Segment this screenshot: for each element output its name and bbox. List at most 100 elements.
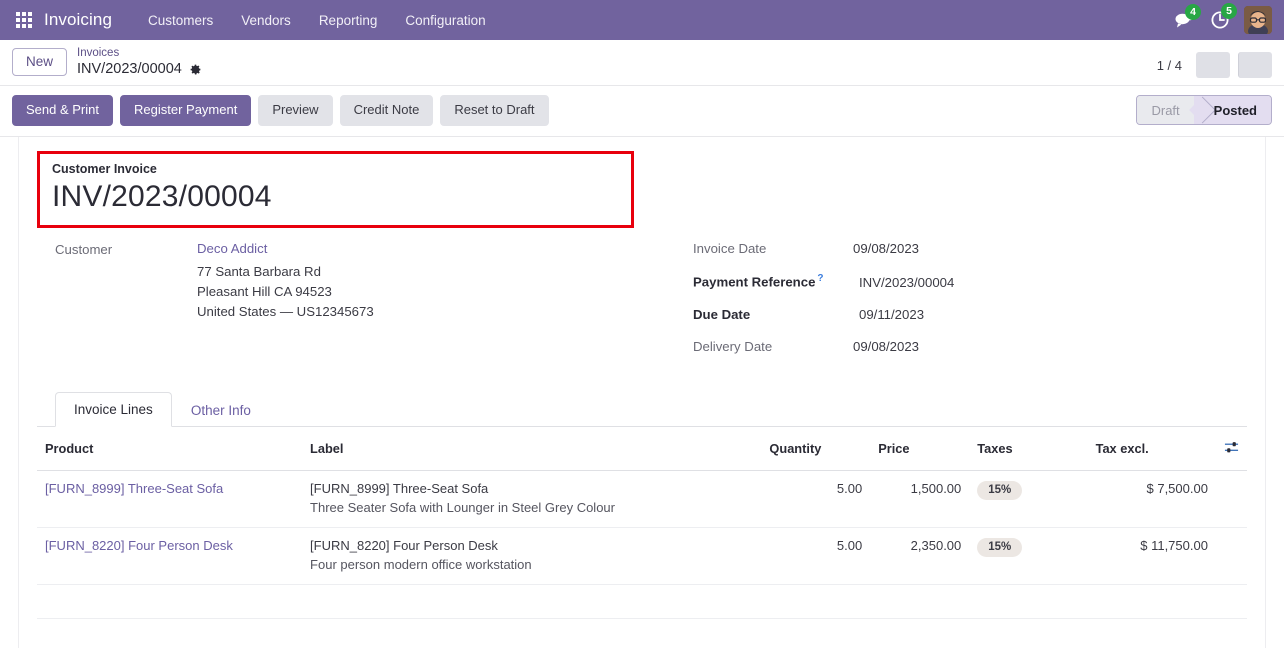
cell-optional-spacer <box>1215 527 1247 585</box>
cell-price[interactable]: 1,500.00 <box>870 470 970 528</box>
status-posted-label: Posted <box>1213 102 1257 118</box>
preview-button[interactable]: Preview <box>258 95 333 126</box>
tab-other-info[interactable]: Other Info <box>172 393 270 427</box>
table-empty-row[interactable] <box>37 584 1247 619</box>
activity-clock-icon[interactable]: 5 <box>1210 3 1237 30</box>
customer-address-block: 77 Santa Barbara Rd Pleasant Hill CA 945… <box>55 262 675 321</box>
address-spacer <box>55 262 197 263</box>
delivery-date-value[interactable]: 09/08/2023 <box>853 339 919 354</box>
navbar-right-tools: 4 5 <box>1174 3 1272 34</box>
record-name: INV/2023/00004 <box>77 61 182 78</box>
main-menu: Customers Vendors Reporting Configuratio… <box>134 7 500 34</box>
menu-item-customers[interactable]: Customers <box>134 7 227 34</box>
breadcrumb-stack: Invoices INV/2023/00004 <box>77 46 202 78</box>
column-header-taxes[interactable]: Taxes <box>969 426 1088 471</box>
empty-row-cell[interactable] <box>37 584 1247 619</box>
invoice-date-label: Invoice Date <box>693 241 767 257</box>
cell-optional-spacer <box>1215 470 1247 528</box>
cell-quantity[interactable]: 5.00 <box>761 470 871 528</box>
form-left-column: Customer Deco Addict 77 Santa Barbara Rd… <box>55 241 675 370</box>
pager-previous-button[interactable] <box>1196 52 1230 78</box>
menu-item-configuration[interactable]: Configuration <box>391 7 499 34</box>
top-navbar: Invoicing Customers Vendors Reporting Co… <box>0 0 1284 40</box>
address-line-2: Pleasant Hill CA 94523 <box>197 284 332 300</box>
messages-count-badge: 4 <box>1185 4 1201 20</box>
invoice-number-title[interactable]: INV/2023/00004 <box>52 178 619 216</box>
line-description: Three Seater Sofa with Lounger in Steel … <box>310 499 615 515</box>
table-row[interactable]: [FURN_8999] Three-Seat Sofa [FURN_8999] … <box>37 470 1247 528</box>
delivery-date-field: Delivery Date 09/08/2023 <box>693 339 1247 354</box>
column-header-price[interactable]: Price <box>870 426 970 471</box>
pager: 1 / 4 <box>1157 46 1272 78</box>
cell-product[interactable]: [FURN_8220] Four Person Desk <box>37 527 303 585</box>
breadcrumb: New Invoices INV/2023/00004 <box>12 46 202 78</box>
cell-taxes[interactable]: 15% <box>969 470 1088 528</box>
messages-icon[interactable]: 4 <box>1174 4 1201 29</box>
invoice-date-value[interactable]: 09/08/2023 <box>853 241 919 256</box>
address-line-1: 77 Santa Barbara Rd <box>197 264 321 280</box>
breadcrumb-current-record: INV/2023/00004 <box>77 61 202 78</box>
credit-note-button[interactable]: Credit Note <box>339 95 434 126</box>
payment-reference-label: Payment Reference? <box>693 273 853 289</box>
table-header-row: Product Label Quantity Price Taxes Tax e… <box>37 426 1247 471</box>
new-record-button[interactable]: New <box>12 47 68 77</box>
pager-value: 1 / 4 <box>1156 57 1182 73</box>
form-sheet-container: Customer Invoice INV/2023/00004 Customer… <box>0 136 1284 648</box>
gear-icon[interactable] <box>189 63 202 76</box>
delivery-date-label: Delivery Date <box>693 338 773 354</box>
table-row[interactable]: [FURN_8220] Four Person Desk [FURN_8220]… <box>37 527 1247 585</box>
invoice-type-label: Customer Invoice <box>52 161 157 176</box>
address-line-3: United States — US12345673 <box>197 304 374 320</box>
column-header-label[interactable]: Label <box>302 426 762 471</box>
activities-count-badge: 5 <box>1221 3 1237 19</box>
user-avatar[interactable] <box>1244 6 1272 34</box>
form-right-column: Invoice Date 09/08/2023 Payment Referenc… <box>675 241 1247 370</box>
status-bar: Draft Posted <box>1136 95 1272 126</box>
payment-reference-value[interactable]: INV/2023/00004 <box>853 275 954 290</box>
invoice-lines-body: [FURN_8999] Three-Seat Sofa [FURN_8999] … <box>37 470 1247 619</box>
apps-grid-icon[interactable] <box>16 12 32 28</box>
send-and-print-button[interactable]: Send & Print <box>12 95 113 126</box>
cell-taxes[interactable]: 15% <box>969 527 1088 585</box>
sliders-toggle-icon[interactable] <box>1224 440 1239 455</box>
status-step-draft[interactable]: Draft <box>1137 96 1194 125</box>
cell-product[interactable]: [FURN_8999] Three-Seat Sofa <box>37 470 303 528</box>
menu-item-vendors[interactable]: Vendors <box>227 7 305 34</box>
product-link[interactable]: [FURN_8220] Four Person Desk <box>45 538 233 553</box>
notebook-tabs: Invoice Lines Other Info <box>37 391 1247 427</box>
cell-tax-excl: $ 7,500.00 <box>1087 470 1216 528</box>
invoice-lines-header: Product Label Quantity Price Taxes Tax e… <box>37 426 1247 471</box>
line-description: Four person modern office workstation <box>310 556 532 572</box>
tax-badge: 15% <box>977 480 1023 501</box>
cell-tax-excl: $ 11,750.00 <box>1087 527 1216 585</box>
app-brand-title[interactable]: Invoicing <box>44 10 112 30</box>
cell-label[interactable]: [FURN_8220] Four Person Desk Four person… <box>302 527 762 585</box>
breadcrumb-parent-invoices[interactable]: Invoices <box>77 47 202 60</box>
register-payment-button[interactable]: Register Payment <box>120 95 252 126</box>
form-columns: Customer Deco Addict 77 Santa Barbara Rd… <box>37 241 1247 370</box>
reset-to-draft-button[interactable]: Reset to Draft <box>440 95 549 126</box>
cell-label[interactable]: [FURN_8999] Three-Seat Sofa Three Seater… <box>302 470 762 528</box>
due-date-value[interactable]: 09/11/2023 <box>853 307 924 322</box>
tax-badge: 15% <box>977 537 1023 558</box>
cell-quantity[interactable]: 5.00 <box>761 527 871 585</box>
column-header-tax-excl[interactable]: Tax excl. <box>1087 426 1216 471</box>
status-draft-label: Draft <box>1151 102 1180 118</box>
product-link[interactable]: [FURN_8999] Three-Seat Sofa <box>45 481 223 496</box>
menu-item-reporting[interactable]: Reporting <box>305 7 392 34</box>
column-header-quantity[interactable]: Quantity <box>761 426 871 471</box>
column-header-product[interactable]: Product <box>37 426 303 471</box>
customer-value-link[interactable]: Deco Addict <box>197 241 267 256</box>
invoice-lines-table: Product Label Quantity Price Taxes Tax e… <box>37 426 1247 619</box>
customer-address: 77 Santa Barbara Rd Pleasant Hill CA 945… <box>197 262 374 321</box>
tab-invoice-lines[interactable]: Invoice Lines <box>55 391 172 427</box>
invoice-title-highlight: Customer Invoice INV/2023/00004 <box>37 150 634 229</box>
cell-price[interactable]: 2,350.00 <box>870 527 970 585</box>
payment-reference-field: Payment Reference? INV/2023/00004 <box>693 273 1247 289</box>
pager-next-button[interactable] <box>1238 52 1272 78</box>
line-label: [FURN_8999] Three-Seat Sofa <box>310 480 489 496</box>
help-question-icon[interactable]: ? <box>817 273 823 284</box>
status-step-posted[interactable]: Posted <box>1193 96 1271 125</box>
customer-field: Customer Deco Addict <box>55 241 675 257</box>
record-action-bar: Send & Print Register Payment Preview Cr… <box>0 86 1284 137</box>
